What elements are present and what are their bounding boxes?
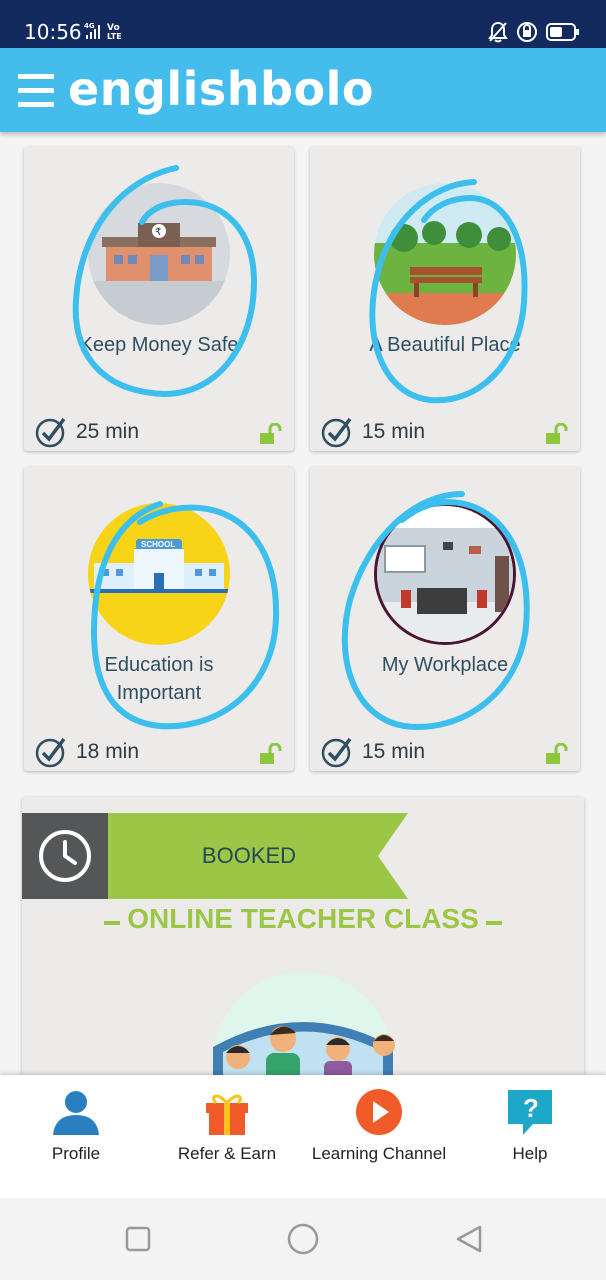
data-saver-icon bbox=[517, 22, 537, 42]
unlock-icon bbox=[546, 423, 568, 444]
duration-text: 25 min bbox=[76, 420, 140, 443]
help-icon: ? bbox=[508, 1090, 552, 1135]
nav-help[interactable]: ? Help bbox=[454, 1075, 606, 1198]
app-bar: englishbolo bbox=[0, 48, 606, 132]
app-logo: englishbolo bbox=[68, 62, 374, 116]
svg-text:SCHOOL: SCHOOL bbox=[141, 540, 175, 549]
nav-label: Refer & Earn bbox=[177, 1144, 277, 1163]
lesson-card-a-beautiful-place[interactable]: A Beautiful Place 15 min bbox=[310, 147, 580, 451]
hamburger-icon[interactable] bbox=[18, 74, 54, 108]
teacher-class-illustration bbox=[213, 972, 395, 1075]
battery-icon bbox=[546, 23, 579, 41]
booking-card[interactable]: BOOKED ONLINE TEACHER CLASS bbox=[22, 797, 584, 1075]
lesson-card-keep-money-safe[interactable]: ₹ Keep Money Safe 25 min bbox=[24, 147, 294, 451]
bank-icon: ₹ bbox=[88, 183, 230, 325]
lesson-list[interactable]: ₹ Keep Money Safe 25 min A Beautiful Pla… bbox=[0, 132, 606, 1075]
nav-label: Help bbox=[512, 1144, 548, 1163]
svg-text:4G: 4G bbox=[84, 22, 95, 30]
home-icon[interactable] bbox=[286, 1222, 320, 1256]
clock-icon-box bbox=[22, 813, 108, 899]
unlock-icon bbox=[546, 743, 568, 764]
school-icon: SCHOOL bbox=[88, 503, 230, 645]
check-circle-icon bbox=[35, 737, 66, 768]
svg-text:?: ? bbox=[523, 1093, 539, 1123]
status-icons bbox=[488, 18, 580, 46]
nav-learning-channel[interactable]: Learning Channel bbox=[303, 1075, 455, 1198]
check-circle-icon bbox=[321, 737, 352, 768]
unlock-icon bbox=[260, 743, 282, 764]
system-navigation-bar bbox=[0, 1198, 606, 1280]
clock-icon bbox=[39, 830, 91, 882]
lesson-duration: 18 min bbox=[34, 735, 139, 769]
duration-text: 15 min bbox=[362, 740, 426, 763]
check-circle-icon bbox=[35, 417, 66, 448]
unlock-icon bbox=[260, 423, 282, 444]
status-time: 10:56 bbox=[24, 20, 82, 44]
booking-title: ONLINE TEACHER CLASS bbox=[127, 903, 479, 934]
gift-icon bbox=[206, 1094, 248, 1135]
booking-status: BOOKED bbox=[201, 843, 297, 868]
lesson-card-education-is-important[interactable]: SCHOOL Education is Important 18 min bbox=[24, 467, 294, 771]
network-indicator: 4G Vo LTE bbox=[84, 21, 130, 43]
lesson-duration: 15 min bbox=[320, 415, 425, 449]
back-icon[interactable] bbox=[454, 1224, 484, 1254]
park-bench-icon bbox=[374, 183, 516, 325]
profile-icon bbox=[53, 1091, 99, 1135]
lesson-duration: 25 min bbox=[34, 415, 139, 449]
lesson-card-my-workplace[interactable]: My Workplace 15 min bbox=[310, 467, 580, 771]
duration-text: 18 min bbox=[76, 740, 140, 763]
signal-icon: 4G Vo LTE bbox=[84, 22, 122, 41]
lesson-title: Education is Important bbox=[104, 654, 214, 704]
lesson-title: My Workplace bbox=[381, 654, 509, 676]
office-icon bbox=[374, 503, 516, 645]
svg-text:LTE: LTE bbox=[107, 32, 122, 41]
play-icon bbox=[356, 1089, 402, 1135]
lesson-duration: 15 min bbox=[320, 735, 425, 769]
lesson-title: Keep Money Safe bbox=[79, 334, 239, 356]
lesson-title: A Beautiful Place bbox=[369, 334, 521, 356]
nav-label: Learning Channel bbox=[311, 1144, 447, 1163]
duration-text: 15 min bbox=[362, 420, 426, 443]
bottom-navigation: Profile Refer & Earn Learning Channel ? … bbox=[0, 1075, 606, 1198]
nav-label: Profile bbox=[51, 1144, 101, 1163]
status-bar: 10:56 4G Vo LTE bbox=[0, 0, 606, 48]
nav-refer-earn[interactable]: Refer & Earn bbox=[151, 1075, 303, 1198]
nav-profile[interactable]: Profile bbox=[0, 1075, 152, 1198]
svg-text:₹: ₹ bbox=[155, 227, 161, 238]
recent-apps-icon[interactable] bbox=[125, 1226, 151, 1252]
notification-off-icon bbox=[488, 21, 508, 43]
check-circle-icon bbox=[321, 417, 352, 448]
